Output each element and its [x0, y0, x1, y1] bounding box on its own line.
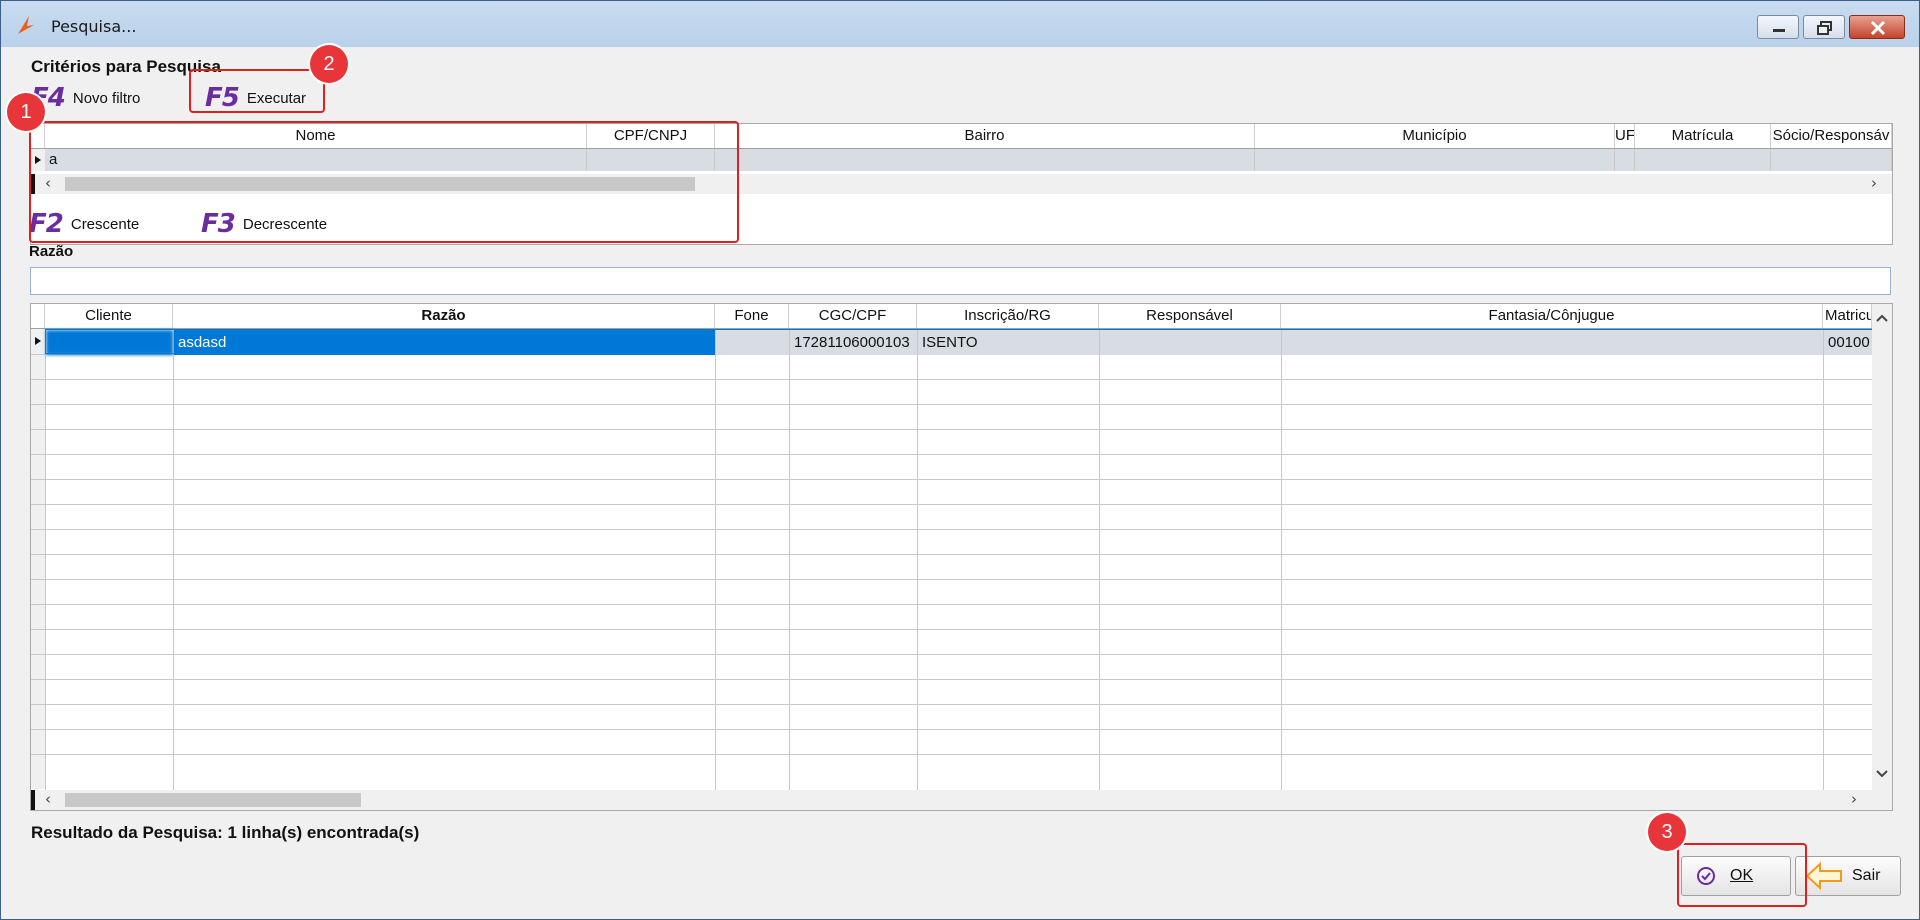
- empty-row: [31, 729, 1872, 730]
- cell-cliente[interactable]: [46, 330, 174, 355]
- results-col-razao[interactable]: Razão: [173, 304, 715, 328]
- app-logo-icon: [18, 16, 34, 34]
- criteria-cell-matricula[interactable]: [1635, 149, 1771, 171]
- scroll-left-icon[interactable]: ‹: [45, 790, 51, 808]
- restore-button[interactable]: [1803, 15, 1845, 39]
- empty-row: [31, 654, 1872, 655]
- results-col-responsavel[interactable]: Responsável: [1099, 304, 1281, 328]
- scroll-up-icon[interactable]: [1872, 308, 1892, 328]
- column-separator: [715, 329, 716, 790]
- empty-row: [31, 554, 1872, 555]
- column-separator: [45, 329, 46, 790]
- results-col-fone[interactable]: Fone: [715, 304, 789, 328]
- scrollbar-edge: [31, 790, 35, 810]
- column-separator: [917, 329, 918, 790]
- cell-cgc[interactable]: 17281106000103: [790, 330, 918, 355]
- razao-label: Razão: [29, 243, 74, 260]
- criteria-col-uf[interactable]: UF: [1615, 124, 1635, 148]
- empty-row: [31, 754, 1872, 755]
- search-window: Pesquisa... Critérios para Pesquisa F4 N…: [0, 0, 1920, 920]
- cell-razao[interactable]: asdasd: [174, 330, 716, 355]
- empty-row: [31, 679, 1872, 680]
- criteria-cell-bairro[interactable]: [715, 149, 1255, 171]
- empty-row: [31, 454, 1872, 455]
- results-col-matricula[interactable]: Matricu: [1823, 304, 1872, 328]
- annotation-badge-3: 3: [1648, 813, 1686, 851]
- empty-row: [31, 629, 1872, 630]
- cell-responsavel[interactable]: [1100, 330, 1282, 355]
- exit-button[interactable]: Sair: [1795, 856, 1901, 896]
- criteria-cell-uf[interactable]: [1615, 149, 1635, 171]
- empty-row: [31, 479, 1872, 480]
- results-col-fantasia[interactable]: Fantasia/Cônjugue: [1281, 304, 1823, 328]
- empty-row: [31, 429, 1872, 430]
- results-col-cgc[interactable]: CGC/CPF: [789, 304, 917, 328]
- window-title: Pesquisa...: [51, 17, 137, 36]
- results-vertical-scrollbar[interactable]: [1872, 304, 1892, 790]
- empty-row: [31, 604, 1872, 605]
- close-button[interactable]: [1849, 15, 1905, 39]
- annotation-box-2: [189, 69, 325, 113]
- empty-row: [31, 404, 1872, 405]
- criteria-col-municipio[interactable]: Município: [1255, 124, 1615, 148]
- cell-fone[interactable]: [716, 330, 790, 355]
- empty-row: [31, 529, 1872, 530]
- empty-row: [31, 504, 1872, 505]
- restore-icon: [1817, 21, 1832, 35]
- criteria-col-bairro[interactable]: Bairro: [715, 124, 1255, 148]
- current-row-arrow-icon: [35, 337, 41, 345]
- column-separator: [1823, 329, 1824, 790]
- scroll-down-icon[interactable]: [1872, 764, 1892, 784]
- result-status: Resultado da Pesquisa: 1 linha(s) encont…: [31, 823, 420, 842]
- cell-inscricao[interactable]: ISENTO: [918, 330, 1100, 355]
- results-scroll-thumb[interactable]: [65, 793, 361, 807]
- close-icon: [1870, 20, 1886, 36]
- title-bar: Pesquisa...: [1, 1, 1919, 47]
- cell-matricula[interactable]: 00100: [1824, 330, 1873, 355]
- column-separator: [789, 329, 790, 790]
- results-col-inscricao[interactable]: Inscrição/RG: [917, 304, 1099, 328]
- results-row-indicators: [31, 329, 46, 789]
- results-col-cliente[interactable]: Cliente: [45, 304, 173, 328]
- column-separator: [1281, 329, 1282, 790]
- results-grid-header: Cliente Razão Fone CGC/CPF Inscrição/RG …: [31, 304, 1872, 329]
- razao-input[interactable]: [30, 267, 1891, 295]
- new-filter-label: Novo filtro: [72, 89, 141, 107]
- results-header-indicator: [31, 304, 45, 328]
- annotation-badge-1: 1: [7, 93, 45, 131]
- empty-row: [31, 704, 1872, 705]
- minimize-button[interactable]: [1757, 15, 1799, 39]
- annotation-badge-2: 2: [310, 45, 348, 83]
- scroll-right-icon[interactable]: ›: [1871, 174, 1877, 192]
- minimize-icon: [1773, 29, 1785, 32]
- criteria-col-matricula[interactable]: Matrícula: [1635, 124, 1771, 148]
- table-row[interactable]: asdasd 17281106000103 ISENTO 00100: [45, 329, 1873, 355]
- back-arrow-icon: [1805, 861, 1842, 891]
- empty-row: [31, 579, 1872, 580]
- annotation-box-3: [1677, 843, 1807, 907]
- column-separator: [1099, 329, 1100, 790]
- column-separator: [173, 329, 174, 790]
- results-grid[interactable]: Cliente Razão Fone CGC/CPF Inscrição/RG …: [30, 303, 1893, 811]
- new-filter-button[interactable]: F4 Novo filtro: [31, 83, 140, 113]
- exit-label: Sair: [1852, 867, 1881, 884]
- annotation-box-1: [29, 121, 739, 243]
- criteria-cell-socio[interactable]: [1771, 149, 1892, 171]
- scroll-right-icon[interactable]: ›: [1851, 790, 1857, 808]
- cell-fantasia[interactable]: [1282, 330, 1824, 355]
- criteria-cell-municipio[interactable]: [1255, 149, 1615, 171]
- criteria-col-socio[interactable]: Sócio/Responsáv: [1771, 124, 1892, 148]
- empty-row: [31, 379, 1872, 380]
- dialog-content: Critérios para Pesquisa F4 Novo filtro F…: [15, 47, 1905, 913]
- results-horizontal-scrollbar[interactable]: ‹ ›: [31, 790, 1892, 810]
